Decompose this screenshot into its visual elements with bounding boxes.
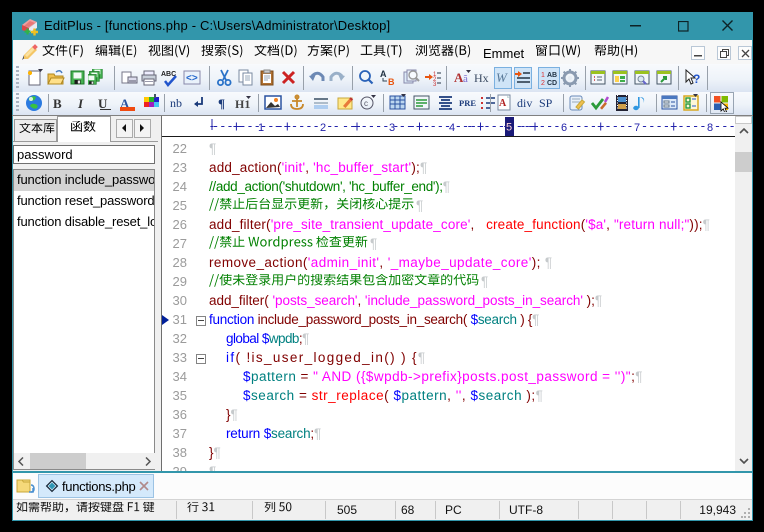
- svg-text:8: 8: [707, 122, 713, 134]
- svg-text:div: div: [517, 96, 532, 110]
- svg-text:H1: H1: [235, 97, 250, 111]
- svg-text:nb: nb: [170, 96, 182, 110]
- svg-text:4: 4: [449, 122, 455, 134]
- svg-text:I: I: [77, 96, 84, 111]
- svg-text:Hx: Hx: [474, 71, 489, 85]
- svg-text:A: A: [380, 69, 387, 79]
- svg-text:A: A: [499, 98, 507, 109]
- svg-text:¶: ¶: [218, 96, 225, 111]
- svg-text:PRE: PRE: [459, 98, 476, 108]
- svg-text:c: c: [364, 99, 368, 108]
- svg-text:2: 2: [320, 122, 326, 134]
- svg-text:3: 3: [433, 82, 437, 87]
- svg-text:?: ?: [693, 72, 700, 86]
- svg-text:6: 6: [561, 122, 567, 134]
- svg-text:U: U: [98, 96, 108, 111]
- svg-text:<>: <>: [186, 73, 198, 84]
- svg-text:AB: AB: [547, 72, 557, 79]
- svg-text:7: 7: [634, 122, 640, 134]
- svg-text:SP: SP: [539, 96, 553, 110]
- svg-text:5: 5: [506, 122, 512, 134]
- svg-text:ã: ã: [463, 73, 468, 85]
- svg-text:B: B: [388, 77, 395, 87]
- svg-text:2: 2: [541, 80, 545, 87]
- svg-text:CD: CD: [547, 80, 557, 87]
- svg-text:B: B: [53, 96, 62, 111]
- svg-text:1: 1: [541, 72, 545, 79]
- svg-text:1: 1: [258, 122, 264, 134]
- svg-text:3: 3: [389, 122, 395, 134]
- svg-text:W: W: [496, 70, 508, 85]
